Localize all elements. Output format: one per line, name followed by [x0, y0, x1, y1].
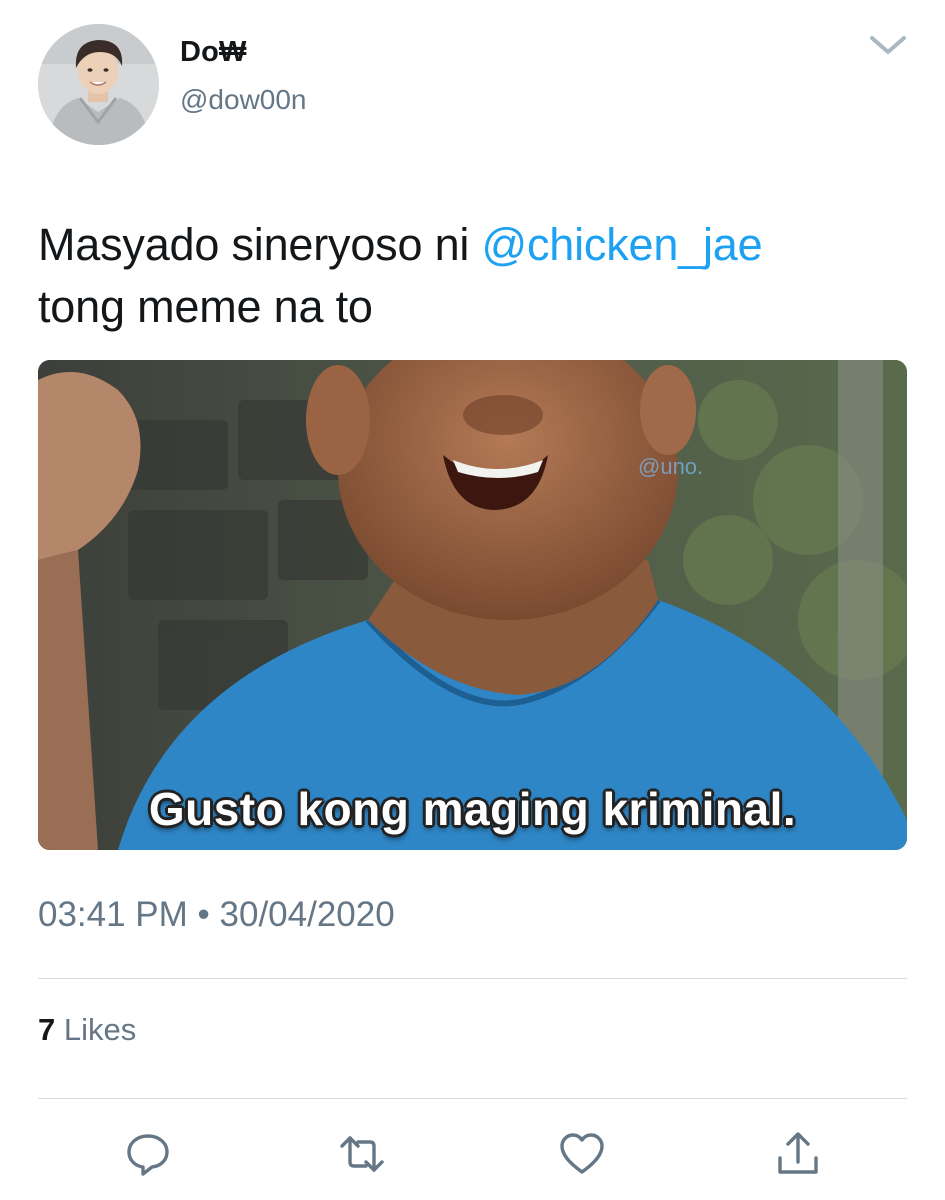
tweet-text: Masyado sineryoso ni @chicken_jaetong me…	[38, 214, 908, 338]
user-handle[interactable]: @dow00n	[180, 84, 307, 116]
retweet-icon[interactable]	[338, 1130, 386, 1178]
tweet-timestamp[interactable]: 03:41 PM • 30/04/2020	[38, 895, 395, 935]
tweet-text-after-mention: tong meme na to	[38, 281, 373, 332]
divider	[38, 1098, 907, 1099]
likes-stat[interactable]: 7 Likes	[38, 1012, 136, 1048]
image-watermark: @uno.	[638, 454, 704, 479]
like-icon[interactable]	[558, 1130, 606, 1178]
chevron-down-icon[interactable]	[866, 30, 910, 60]
share-icon[interactable]	[774, 1130, 822, 1178]
avatar[interactable]	[38, 24, 159, 145]
divider	[38, 978, 907, 979]
image-subtitle: Gusto kong maging kriminal.	[148, 783, 797, 835]
display-name[interactable]: Do₩	[180, 36, 247, 69]
tweet-text-before-mention: Masyado sineryoso ni	[38, 219, 482, 270]
tweet-detail: Do₩ @dow00n Masyado sineryoso ni @chicke…	[0, 0, 945, 1200]
reply-icon[interactable]	[124, 1130, 172, 1178]
likes-count: 7	[38, 1012, 56, 1047]
tweet-image[interactable]: @uno. Gusto kong maging kriminal.	[38, 360, 907, 850]
likes-label: Likes	[63, 1012, 137, 1047]
mention-link[interactable]: @chicken_jae	[482, 219, 763, 270]
